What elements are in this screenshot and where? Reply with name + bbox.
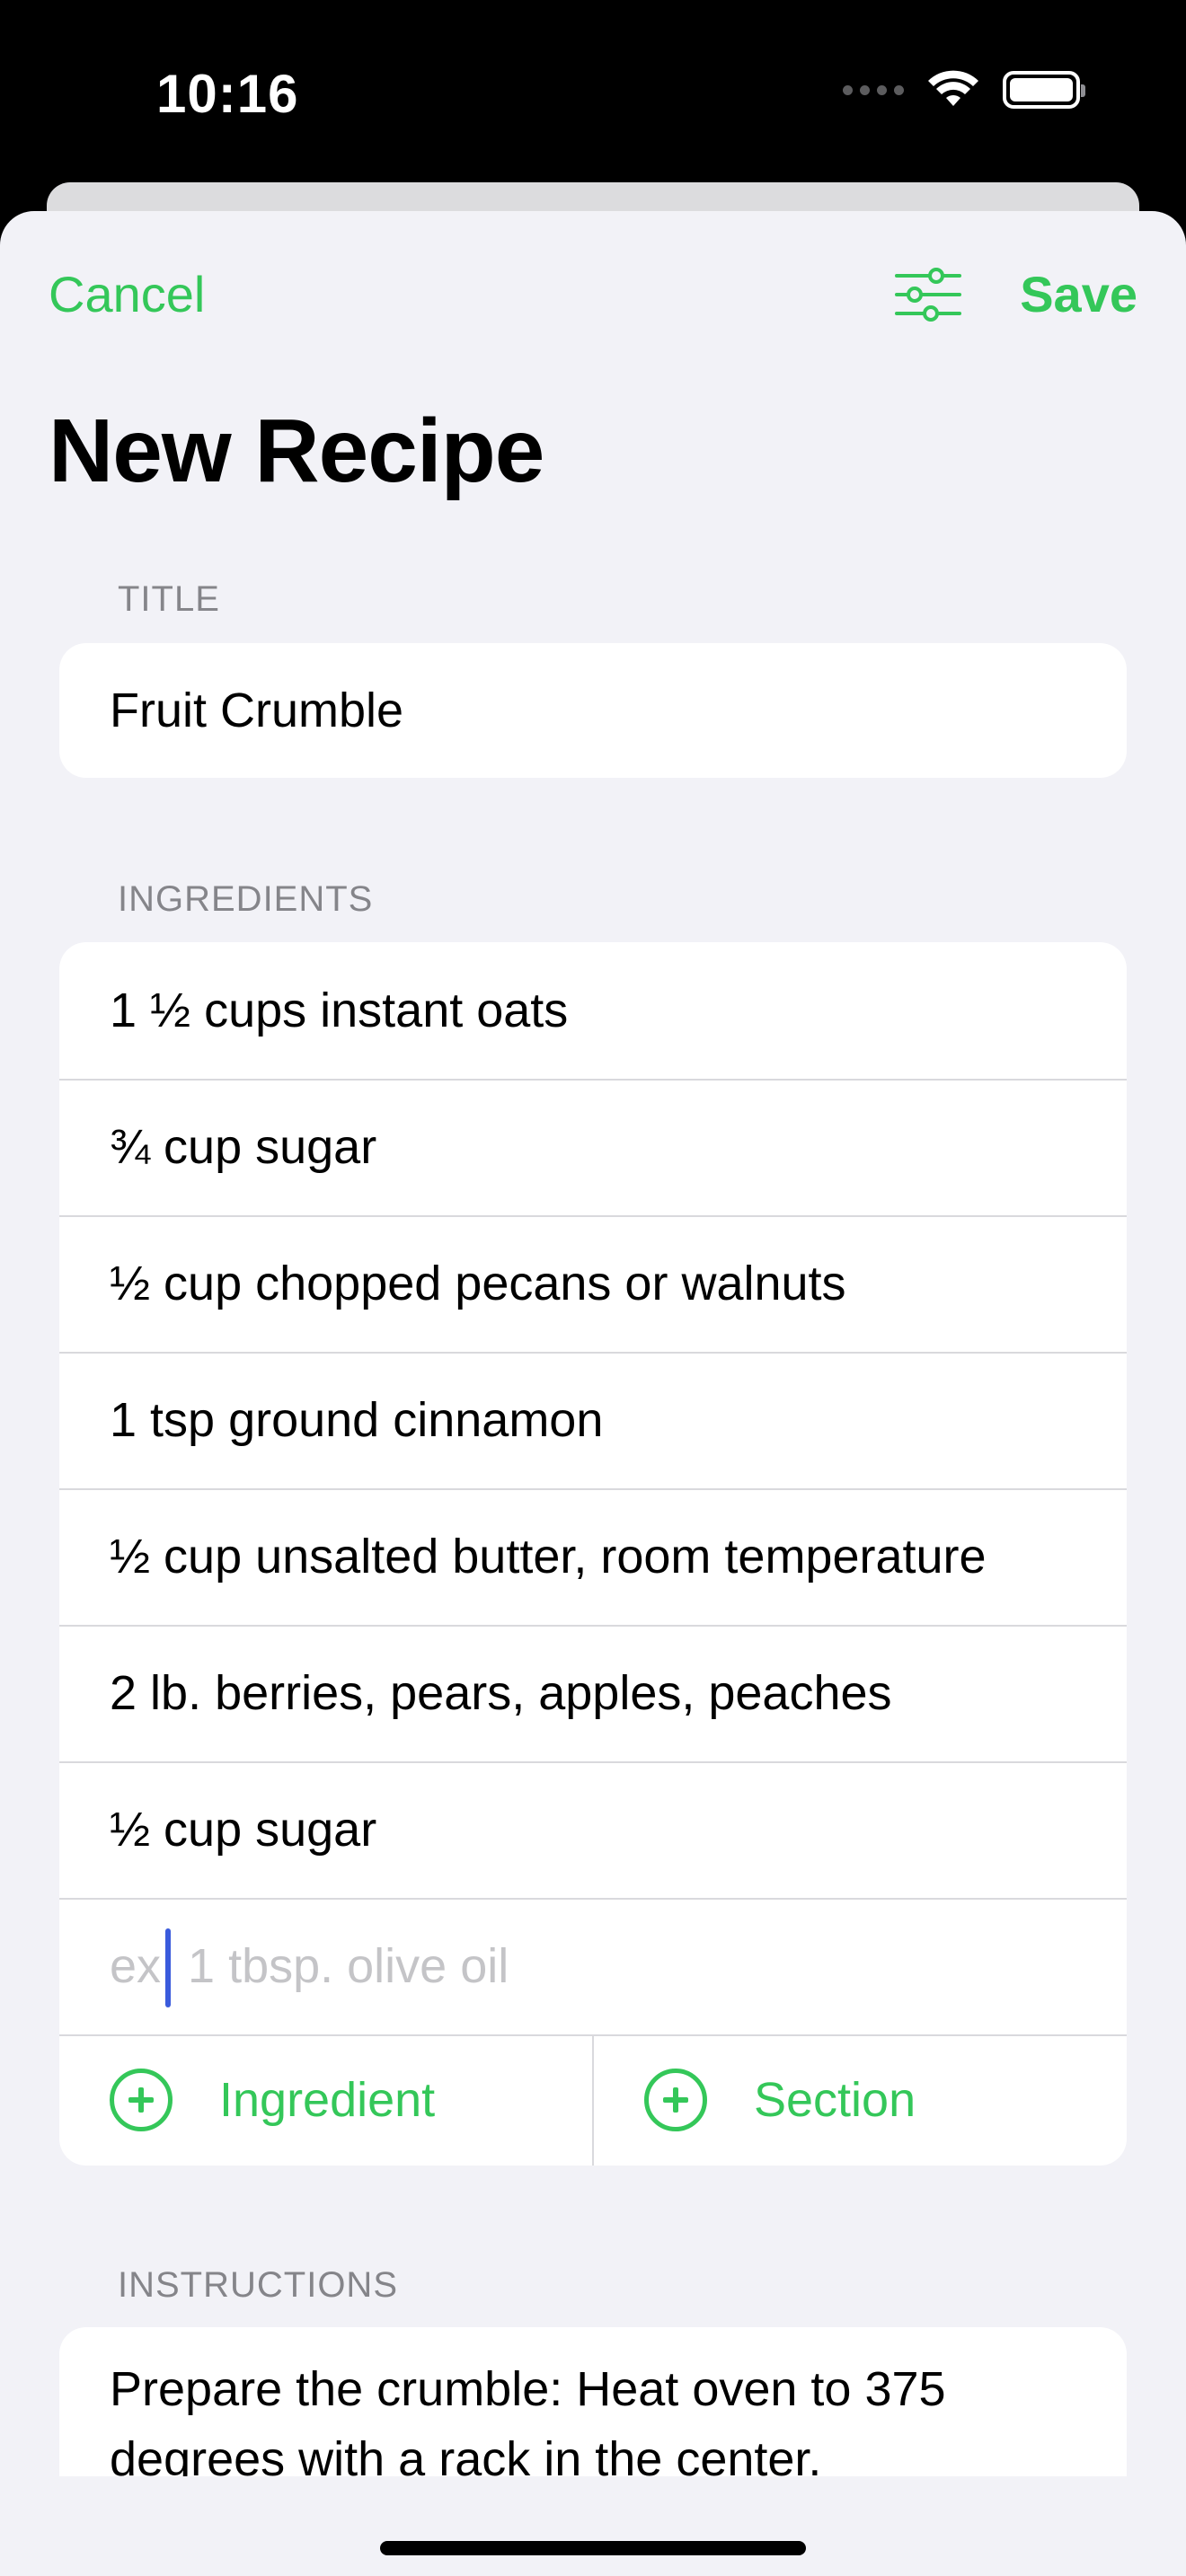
add-ingredient-button[interactable]: Ingredient bbox=[59, 2034, 592, 2166]
add-section-button[interactable]: Section bbox=[592, 2034, 1127, 2166]
add-actions-row: Ingredient Section bbox=[59, 2034, 1127, 2166]
ingredient-row[interactable]: 2 lb. berries, pears, apples, peaches bbox=[59, 1625, 1127, 1761]
instructions-section-header: INSTRUCTIONS bbox=[118, 2265, 398, 2305]
plus-circle-icon bbox=[110, 2069, 173, 2131]
text-cursor bbox=[165, 1928, 171, 2007]
ingredients-section-header: INGREDIENTS bbox=[118, 879, 374, 919]
title-card bbox=[59, 643, 1127, 778]
status-bar: 10:16 bbox=[0, 0, 1186, 189]
ingredient-row[interactable]: ½ cup unsalted butter, room temperature bbox=[59, 1488, 1127, 1625]
ingredient-text: ½ cup sugar bbox=[110, 1803, 377, 1857]
ingredient-row[interactable]: ¾ cup sugar bbox=[59, 1079, 1127, 1215]
instructions-text[interactable]: Prepare the crumble: Heat oven to 375 de… bbox=[59, 2327, 1127, 2494]
status-icons bbox=[843, 70, 1085, 110]
battery-icon bbox=[1003, 71, 1085, 109]
signal-dots-icon bbox=[843, 84, 904, 95]
sliders-icon[interactable] bbox=[893, 267, 963, 322]
home-indicator-area bbox=[0, 2476, 1186, 2576]
nav-bar: Cancel Save bbox=[0, 211, 1186, 328]
add-ingredient-label: Ingredient bbox=[219, 2073, 436, 2127]
add-section-label: Section bbox=[754, 2073, 916, 2127]
new-recipe-sheet: Cancel Save New Recipe TITLE INGREDIENTS… bbox=[0, 211, 1186, 2576]
cancel-button[interactable]: Cancel bbox=[49, 265, 205, 323]
save-button[interactable]: Save bbox=[1020, 265, 1137, 323]
recipe-title-input[interactable] bbox=[59, 643, 1127, 778]
title-section-header: TITLE bbox=[118, 579, 220, 619]
ingredient-row[interactable]: 1 ½ cups instant oats bbox=[59, 942, 1127, 1079]
plus-circle-icon bbox=[644, 2069, 707, 2131]
status-time: 10:16 bbox=[156, 64, 299, 124]
new-ingredient-row[interactable] bbox=[59, 1898, 1127, 2034]
ingredient-text: ½ cup chopped pecans or walnuts bbox=[110, 1257, 846, 1310]
new-ingredient-input[interactable] bbox=[110, 1898, 1127, 2034]
ingredient-row[interactable]: 1 tsp ground cinnamon bbox=[59, 1352, 1127, 1488]
ingredient-text: 1 tsp ground cinnamon bbox=[110, 1393, 604, 1447]
ingredient-text: 2 lb. berries, pears, apples, peaches bbox=[110, 1666, 892, 1720]
ingredient-text: ¾ cup sugar bbox=[110, 1120, 377, 1174]
ingredients-card: 1 ½ cups instant oats ¾ cup sugar ½ cup … bbox=[59, 942, 1127, 2166]
ingredient-text: 1 ½ cups instant oats bbox=[110, 984, 569, 1037]
ingredient-text: ½ cup unsalted butter, room temperature bbox=[110, 1530, 987, 1584]
ingredient-row[interactable]: ½ cup chopped pecans or walnuts bbox=[59, 1215, 1127, 1352]
page-title: New Recipe bbox=[49, 401, 544, 501]
wifi-icon bbox=[928, 70, 978, 106]
home-indicator[interactable] bbox=[380, 2541, 806, 2555]
ingredient-row[interactable]: ½ cup sugar bbox=[59, 1761, 1127, 1898]
